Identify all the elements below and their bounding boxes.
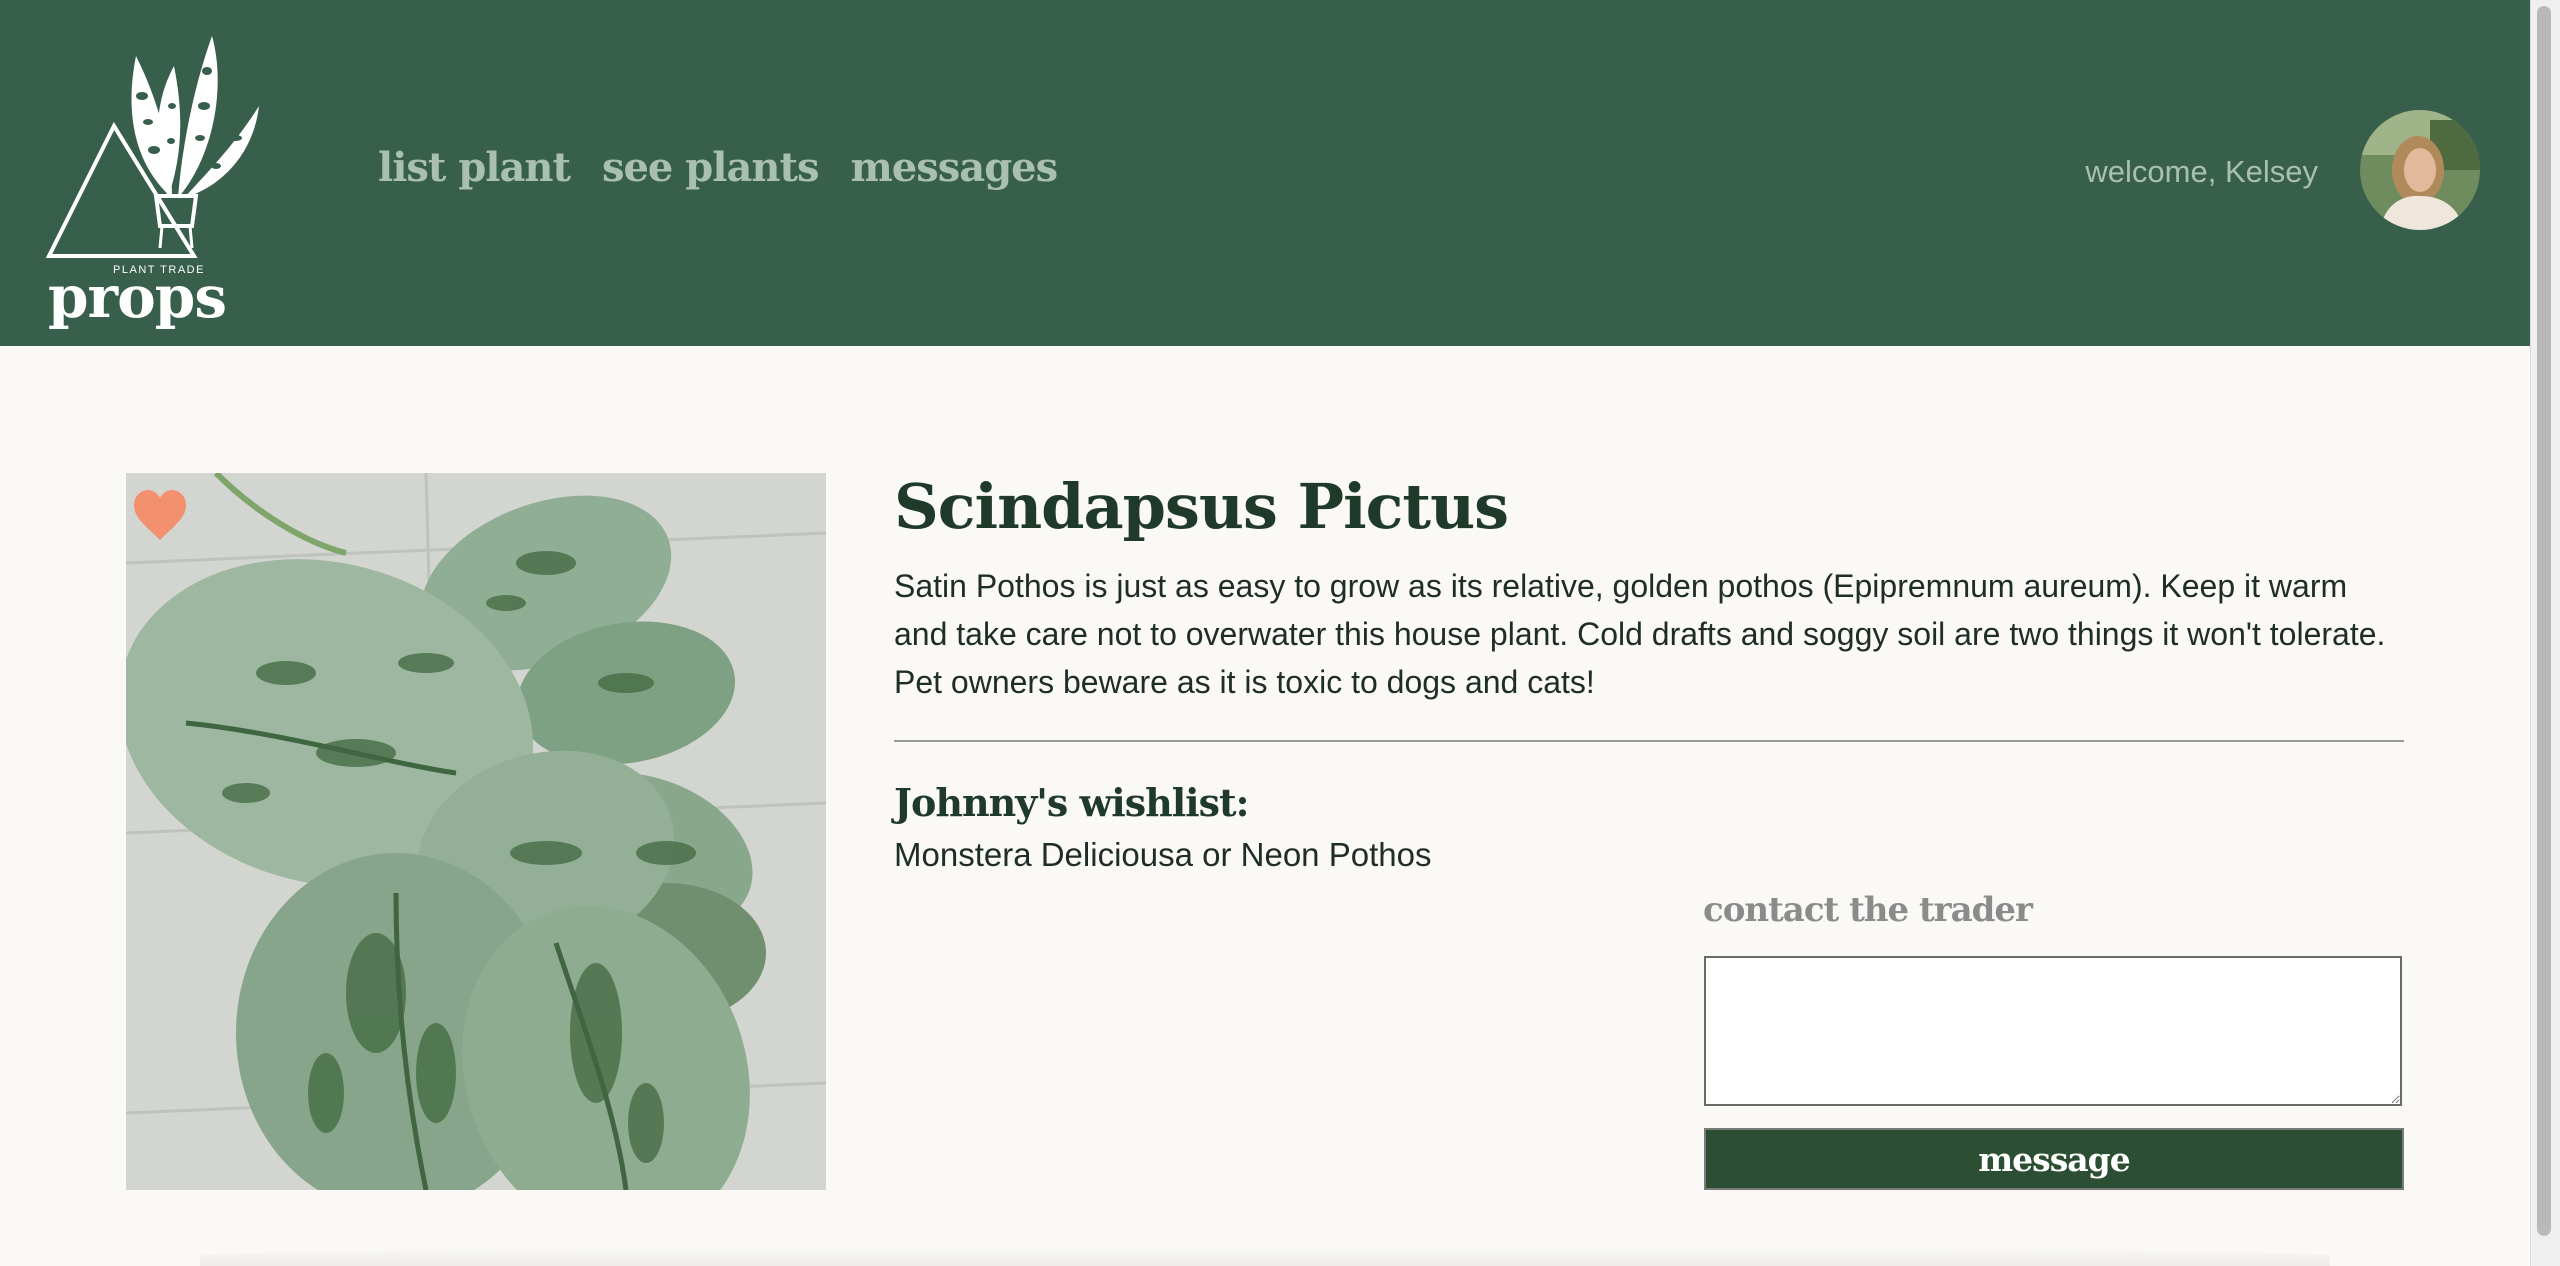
message-input[interactable] <box>1704 956 2402 1106</box>
plant-description: Satin Pothos is just as easy to grow as … <box>894 568 2386 700</box>
wishlist-items: Monstera Deliciousa or Neon Pothos <box>894 836 1432 873</box>
contact-title: contact the trader <box>1703 890 2033 930</box>
nav-see-plants[interactable]: see plants <box>602 144 820 191</box>
nav-list-plant[interactable]: list plant <box>378 144 571 191</box>
divider <box>894 740 2404 742</box>
brand-name: props <box>48 263 227 331</box>
user-photo <box>2360 110 2480 230</box>
scrollbar-thumb[interactable] <box>2537 6 2551 1236</box>
welcome-text: welcome, Kelsey <box>2085 154 2318 189</box>
plant-photo <box>126 473 826 1190</box>
heart-icon[interactable] <box>132 488 188 544</box>
card-shadow <box>200 1246 2330 1266</box>
avatar[interactable] <box>2360 110 2480 230</box>
site-header: PLANT TRADE props list plant see plants … <box>0 0 2530 346</box>
wishlist-title: Johnny's wishlist: <box>894 780 1250 825</box>
props-logo[interactable]: PLANT TRADE props <box>44 26 284 326</box>
nav-messages[interactable]: messages <box>850 144 1058 191</box>
plant-title: Scindapsus Pictus <box>894 470 1509 543</box>
main-nav: list plant see plants messages <box>378 144 1058 191</box>
message-button[interactable]: message <box>1704 1128 2404 1190</box>
